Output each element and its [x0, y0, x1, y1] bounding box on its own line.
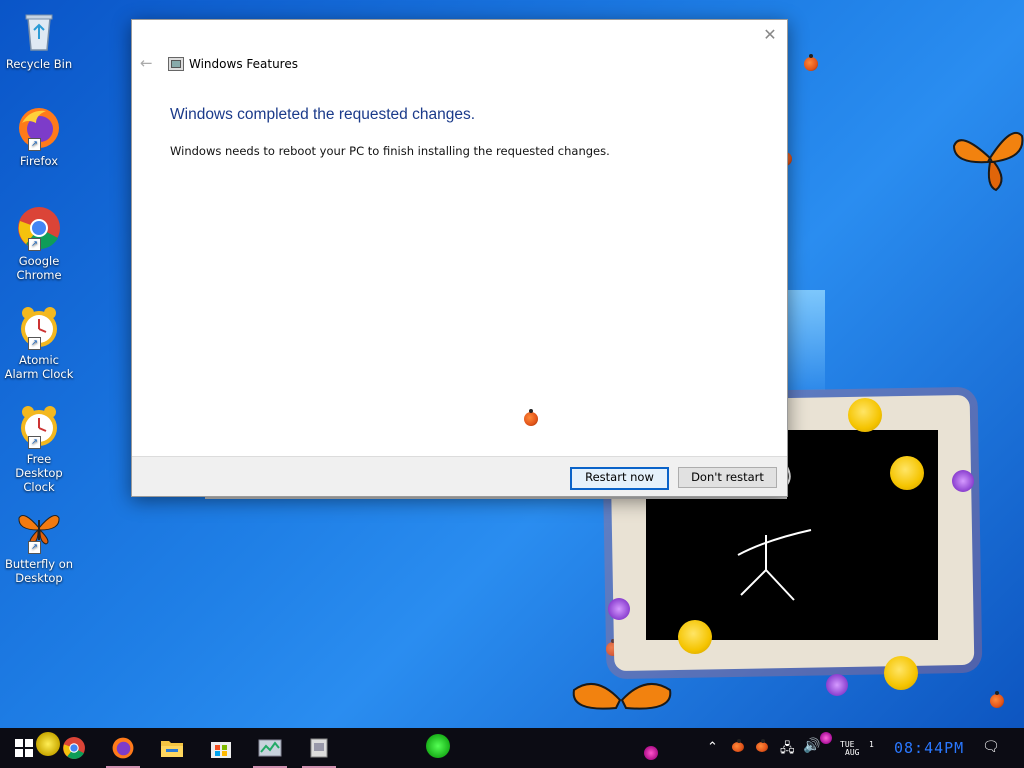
mouse-cursor	[771, 149, 779, 167]
desktop-icon-firefox[interactable]: ↗ Firefox	[2, 105, 76, 168]
windows-features-dialog: ✕ ← Windows Features Windows completed t…	[131, 19, 788, 497]
dialog-heading: Windows completed the requested changes.	[170, 106, 476, 123]
sparkle-decoration	[644, 746, 658, 760]
dialog-footer: Restart now Don't restart	[132, 456, 787, 496]
shortcut-arrow-icon: ↗	[28, 238, 41, 251]
close-icon[interactable]: ✕	[761, 26, 779, 44]
desktop-icon-label: Butterfly on Desktop	[4, 557, 74, 585]
chrome-icon: ↗	[16, 205, 62, 251]
start-button[interactable]	[0, 728, 48, 768]
desktop-icon-label: Google Chrome	[16, 254, 62, 282]
alarm-clock-icon: ↗	[16, 403, 62, 449]
taskbar-task-manager[interactable]	[246, 728, 294, 768]
flower-decoration	[848, 398, 882, 432]
taskbar-chrome[interactable]	[50, 728, 98, 768]
desktop-icon-chrome[interactable]: ↗ Google Chrome	[2, 205, 76, 282]
sparkle-decoration	[426, 734, 450, 758]
ladybug-tray-icon[interactable]	[732, 739, 744, 752]
taskbar-file-explorer[interactable]	[148, 728, 196, 768]
sparkle-decoration	[820, 732, 832, 744]
windows-features-icon	[310, 738, 328, 758]
firefox-icon	[112, 737, 134, 759]
network-icon[interactable]: 🖧	[780, 739, 795, 761]
flower-decoration	[678, 620, 712, 654]
desktop-icon-atomic-alarm-clock[interactable]: ↗ Atomic Alarm Clock	[2, 304, 76, 381]
chevron-up-icon[interactable]: ⌃	[707, 740, 718, 755]
ladybug-decoration	[524, 409, 538, 426]
butterfly-decoration	[572, 682, 672, 710]
flower-decoration	[608, 598, 630, 620]
flower-decoration	[952, 470, 974, 492]
volume-icon[interactable]: 🔊	[803, 738, 820, 754]
shortcut-arrow-icon: ↗	[28, 138, 41, 151]
flower-decoration	[890, 456, 924, 490]
folder-icon	[161, 741, 183, 757]
store-icon	[211, 742, 231, 758]
dialog-title: Windows Features	[189, 57, 298, 71]
desktop-icon-recycle-bin[interactable]: Recycle Bin	[2, 8, 76, 71]
butterfly-icon: ↗	[16, 508, 62, 554]
ladybug-decoration	[804, 54, 818, 71]
desktop-icon-label: Firefox	[19, 154, 59, 168]
flower-decoration	[826, 674, 848, 696]
task-manager-icon	[258, 739, 282, 757]
windows-logo-glow	[785, 290, 825, 390]
tray-clock[interactable]: 08:44PM	[894, 739, 964, 757]
back-arrow-icon[interactable]: ←	[140, 55, 156, 71]
flower-decoration	[884, 656, 918, 690]
desktop-icon-label: Atomic Alarm Clock	[4, 353, 74, 381]
desktop-icon-free-desktop-clock[interactable]: ↗ Free Desktop Clock	[2, 403, 76, 494]
butterfly-decoration	[952, 131, 1024, 192]
windows-start-icon	[15, 739, 33, 757]
tray-month: AUG	[845, 748, 860, 757]
dont-restart-button[interactable]: Don't restart	[678, 467, 777, 488]
tray-date: 1	[869, 740, 874, 749]
firefox-icon: ↗	[16, 105, 62, 151]
chrome-icon	[63, 737, 85, 759]
desktop-icon-butterfly-on-desktop[interactable]: ↗ Butterfly on Desktop	[2, 508, 76, 585]
shortcut-arrow-icon: ↗	[28, 337, 41, 350]
ladybug-tray-icon[interactable]	[756, 739, 768, 752]
taskbar: ⌃ 🖧 🔊 TUE AUG 1 🗨	[0, 728, 1024, 768]
desktop-icon-label: Recycle Bin	[5, 57, 73, 71]
windows-features-icon	[168, 57, 184, 71]
taskbar-firefox[interactable]	[99, 728, 147, 768]
ladybug-decoration	[990, 691, 1004, 708]
desktop-icon-label: Free Desktop Clock	[15, 452, 63, 494]
alarm-clock-icon: ↗	[16, 304, 62, 350]
dialog-message: Windows needs to reboot your PC to finis…	[170, 144, 610, 158]
restart-now-button[interactable]: Restart now	[570, 467, 669, 490]
shortcut-arrow-icon: ↗	[28, 436, 41, 449]
taskbar-microsoft-store[interactable]	[197, 728, 245, 768]
taskbar-windows-features[interactable]	[295, 728, 343, 768]
shortcut-arrow-icon: ↗	[28, 541, 41, 554]
notification-center-icon[interactable]: 🗨	[982, 739, 1000, 755]
recycle-bin-icon	[16, 8, 62, 54]
